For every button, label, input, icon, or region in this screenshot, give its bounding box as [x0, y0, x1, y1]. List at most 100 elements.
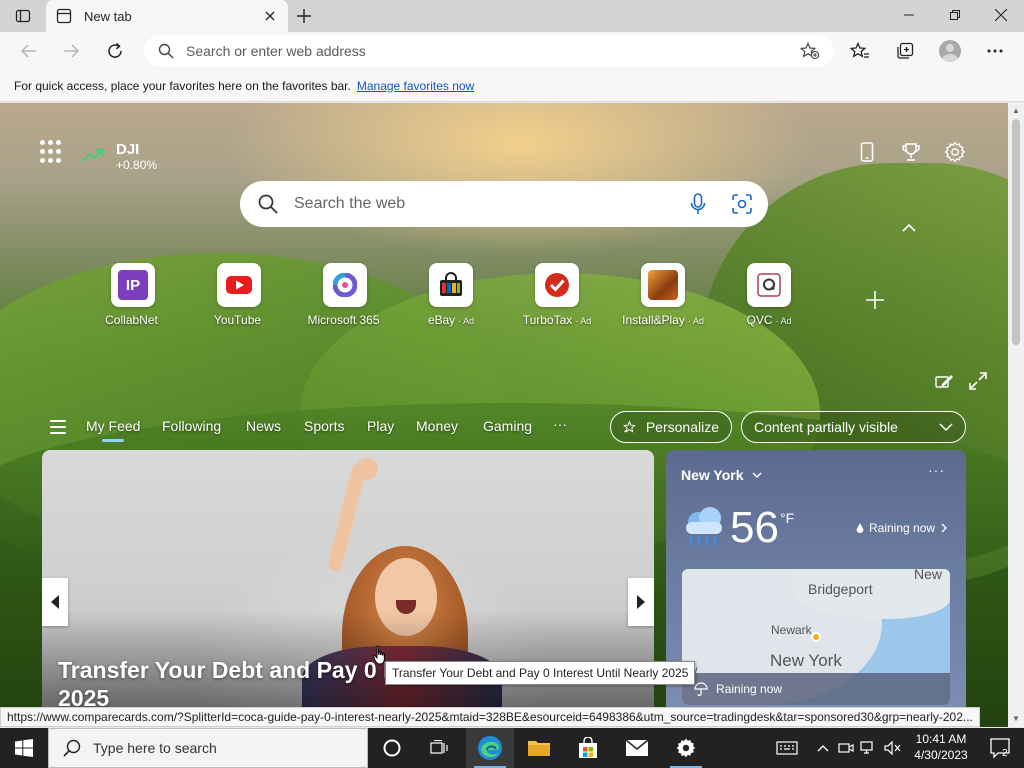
- phone-button[interactable]: [853, 139, 881, 165]
- manage-favorites-link[interactable]: Manage favorites now: [357, 79, 474, 93]
- visual-search-icon[interactable]: [732, 194, 752, 214]
- add-quick-link-icon[interactable]: [864, 289, 886, 311]
- feed-more-button[interactable]: ···: [553, 416, 567, 432]
- refresh-button[interactable]: [100, 37, 130, 65]
- weather-more-button[interactable]: ···: [928, 462, 945, 478]
- hand-cursor-icon: [373, 645, 385, 665]
- edge-taskbar-app[interactable]: [466, 728, 514, 768]
- tab-actions-button[interactable]: [10, 6, 36, 26]
- rewards-button[interactable]: [897, 139, 925, 165]
- settings-more-button[interactable]: [980, 37, 1010, 65]
- new-tab-button[interactable]: [292, 5, 316, 27]
- page-scrollbar[interactable]: ▲ ▼: [1008, 103, 1024, 727]
- personalize-star-icon: [623, 420, 636, 433]
- expand-icon[interactable]: [968, 371, 988, 391]
- web-search-input[interactable]: Search the web: [294, 195, 690, 213]
- quick-link-turbotax[interactable]: TurboTax · Ad: [502, 263, 612, 327]
- feed-tab-play[interactable]: Play: [367, 418, 394, 434]
- stock-widget[interactable]: DJI +0.80%: [82, 141, 157, 172]
- file-explorer-taskbar-app[interactable]: [515, 728, 563, 768]
- feed-tab-news[interactable]: News: [246, 418, 281, 434]
- back-button[interactable]: [14, 37, 44, 65]
- profile-button[interactable]: [935, 37, 965, 65]
- microphone-icon[interactable]: [690, 193, 706, 215]
- edit-background-icon[interactable]: [934, 371, 954, 391]
- quick-link-label: CollabNet: [105, 313, 158, 327]
- mail-taskbar-app[interactable]: [613, 728, 661, 768]
- stock-symbol: DJI: [116, 141, 140, 158]
- scroll-up-icon[interactable]: ▲: [1011, 106, 1021, 116]
- volume-tray-button[interactable]: [882, 728, 904, 768]
- apps-launcher-icon[interactable]: [40, 140, 64, 164]
- page-settings-button[interactable]: [941, 139, 969, 165]
- installplay-logo: [648, 270, 678, 300]
- quick-link-label: QVC: [746, 313, 773, 327]
- more-dots-icon: [987, 49, 1003, 53]
- notification-center-button[interactable]: 2: [980, 728, 1020, 768]
- feed-tab-gaming[interactable]: Gaming: [483, 418, 532, 434]
- weather-card[interactable]: New York ··· 56 °F Raining now Bridgepor…: [666, 450, 966, 727]
- quick-link-label: YouTube: [213, 313, 262, 327]
- feed-tab-sports[interactable]: Sports: [304, 418, 344, 434]
- content-visibility-dropdown[interactable]: Content partially visible: [741, 411, 966, 443]
- restore-button[interactable]: [932, 0, 978, 30]
- notification-icon: 2: [990, 738, 1010, 759]
- network-tray-button[interactable]: [858, 728, 878, 768]
- window-close-button[interactable]: [978, 0, 1024, 30]
- quick-link-microsoft365[interactable]: Microsoft 365: [290, 263, 400, 327]
- hero-article-card[interactable]: Transfer Your Debt and Pay 0 I 2025: [42, 450, 654, 727]
- feed-tab-money[interactable]: Money: [416, 418, 458, 434]
- add-favorite-icon[interactable]: [800, 42, 820, 60]
- carousel-previous-button[interactable]: [42, 578, 68, 626]
- chevron-up-icon[interactable]: [900, 221, 918, 235]
- content-visibility-label: Content partially visible: [754, 419, 898, 435]
- umbrella-icon: [694, 682, 708, 696]
- quick-link-installplay[interactable]: Install&Play · Ad: [608, 263, 718, 327]
- tab-new-tab[interactable]: New tab: [46, 0, 288, 32]
- newtab-favicon-icon: [56, 8, 72, 24]
- favorites-bar: For quick access, place your favorites h…: [0, 70, 1024, 102]
- feed-tab-following[interactable]: Following: [162, 418, 221, 434]
- meet-now-tray-button[interactable]: [836, 728, 856, 768]
- taskbar-search-box[interactable]: Type here to search: [48, 728, 368, 768]
- quick-link-youtube[interactable]: YouTube: [184, 263, 294, 327]
- quick-link-ebay[interactable]: eBay · Ad: [396, 263, 506, 327]
- task-view-button[interactable]: [416, 728, 464, 768]
- chevron-up-icon: [817, 745, 829, 752]
- network-icon: [860, 741, 873, 754]
- installplay-icon: [641, 263, 685, 307]
- tab-close-button[interactable]: [262, 8, 278, 24]
- weather-location-dropdown[interactable]: New York: [681, 467, 762, 483]
- forward-button[interactable]: [56, 37, 86, 65]
- chevron-right-icon: [941, 523, 948, 533]
- hero-tooltip: Transfer Your Debt and Pay 0 Interest Un…: [385, 661, 696, 685]
- scroll-down-icon[interactable]: ▼: [1011, 714, 1021, 724]
- personalize-button[interactable]: Personalize: [610, 411, 732, 443]
- address-input[interactable]: Search or enter web address: [186, 43, 800, 59]
- feed-tab-my-feed[interactable]: My Feed: [86, 418, 140, 442]
- store-bag-icon: [579, 737, 597, 758]
- search-icon: [63, 739, 81, 757]
- favorites-button[interactable]: [845, 37, 875, 65]
- scrollbar-thumb[interactable]: [1012, 119, 1020, 345]
- taskbar-search-input[interactable]: Type here to search: [93, 740, 217, 756]
- quick-link-collabnet[interactable]: IP CollabNet: [78, 263, 188, 327]
- store-taskbar-app[interactable]: [564, 728, 612, 768]
- hero-headline[interactable]: Transfer Your Debt and Pay 0 I 2025: [58, 656, 418, 712]
- collections-button[interactable]: [890, 37, 920, 65]
- minimize-button[interactable]: [886, 0, 932, 30]
- hamburger-menu-icon[interactable]: [50, 420, 66, 434]
- gear-icon: [944, 141, 966, 163]
- taskbar-clock[interactable]: 10:41 AM 4/30/2023: [908, 731, 974, 763]
- settings-taskbar-app[interactable]: [662, 728, 710, 768]
- address-bar[interactable]: Search or enter web address: [144, 35, 834, 67]
- weather-condition-link[interactable]: Raining now: [856, 521, 948, 535]
- weather-map[interactable]: Bridgeport New Newark New York ew Rainin…: [682, 569, 950, 705]
- quick-link-qvc[interactable]: QVC · Ad: [714, 263, 824, 327]
- start-button[interactable]: [0, 728, 48, 768]
- show-hidden-icons-button[interactable]: [814, 728, 832, 768]
- keyboard-tray-button[interactable]: [772, 728, 802, 768]
- carousel-next-button[interactable]: [628, 578, 654, 626]
- cortana-button[interactable]: [368, 728, 416, 768]
- web-search-box[interactable]: Search the web: [240, 181, 768, 227]
